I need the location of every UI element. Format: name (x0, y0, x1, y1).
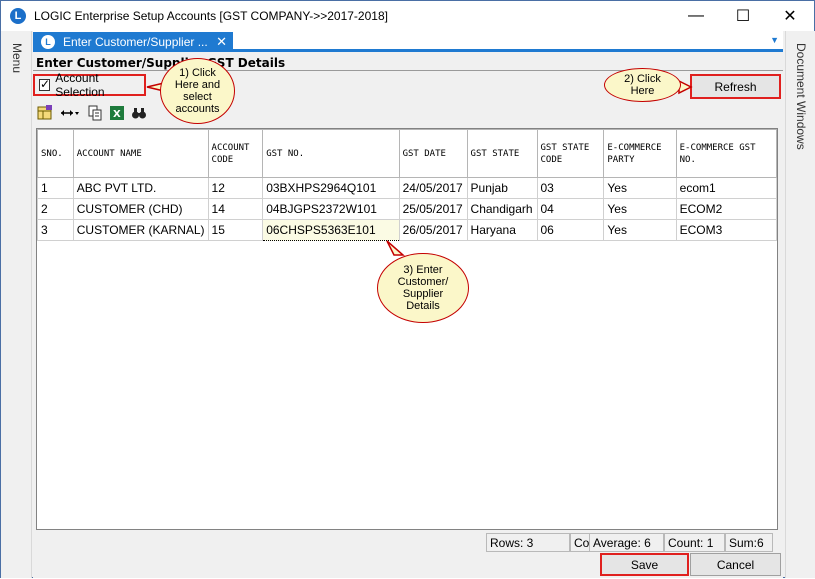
app-window: L LOGIC Enterprise Setup Accounts [GST C… (0, 0, 815, 578)
callout-three-pointer (386, 240, 405, 256)
callout-refresh: 2) Click Here (604, 68, 681, 102)
callout-select-accounts: 1) Click Here and select accounts (160, 58, 235, 124)
callout-two-text: 2) Click Here (624, 73, 661, 97)
callout-enter-details: 3) Enter Customer/ Supplier Details (377, 253, 469, 323)
callout-three-text: 3) Enter Customer/ Supplier Details (397, 264, 449, 312)
callout-one-text: 1) Click Here and select accounts (174, 67, 221, 115)
